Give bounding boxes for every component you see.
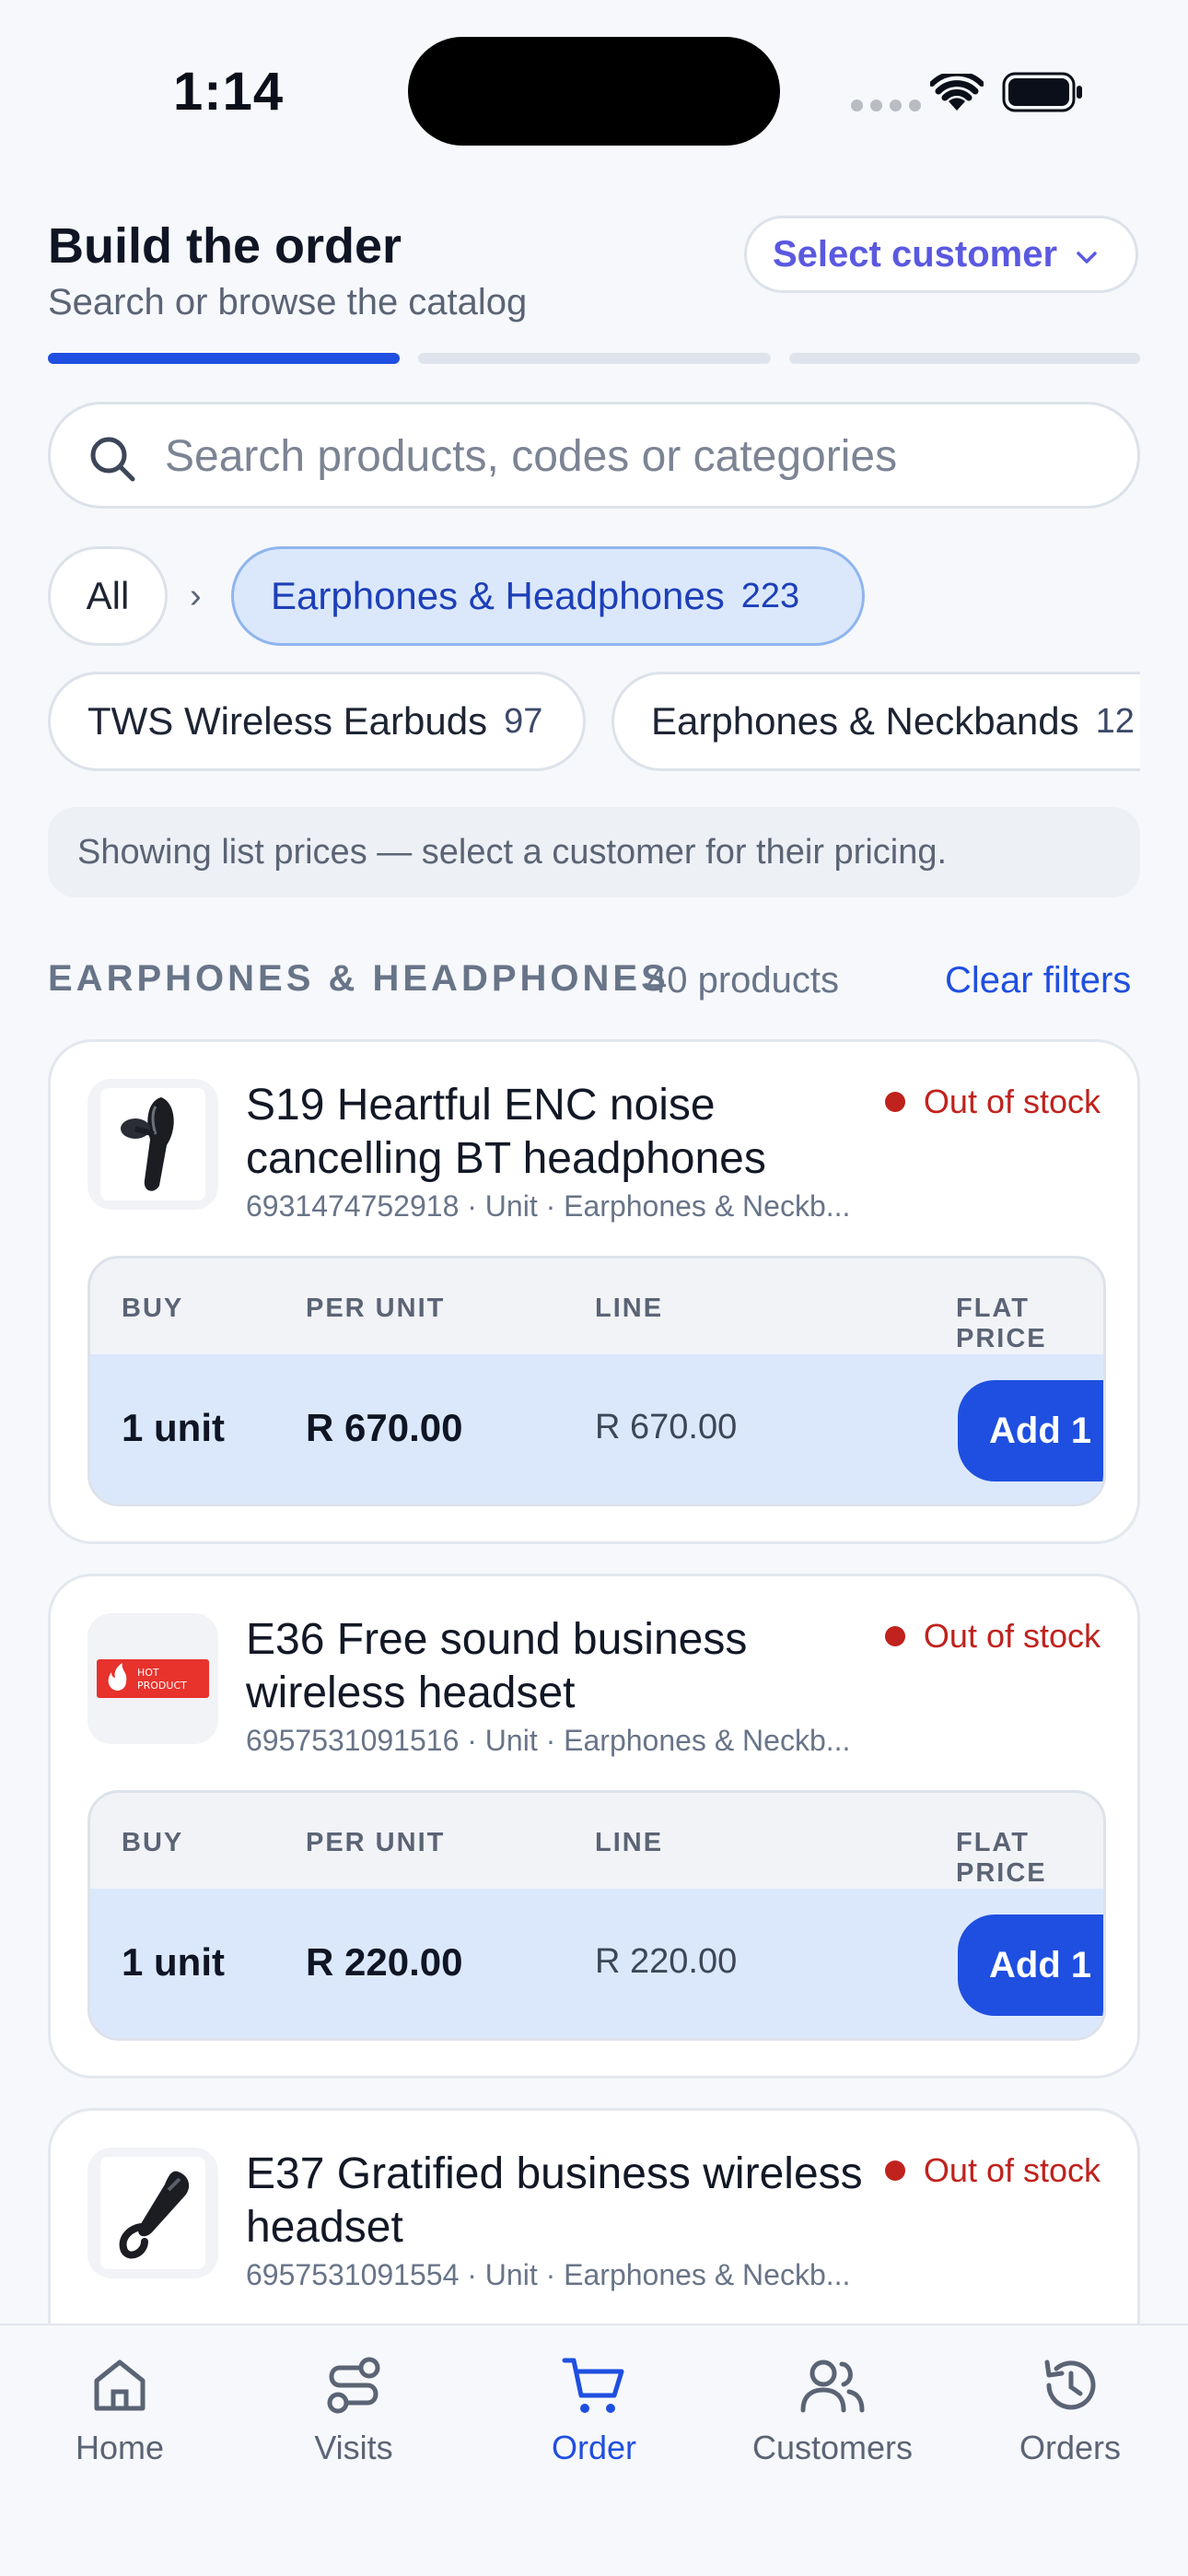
hot-badge-text-2: PRODUCT [137, 1680, 187, 1692]
add-button[interactable]: Add 1 [958, 1380, 1103, 1481]
price-table: BUY PER UNIT LINE FLAT PRICE 1 unit R 67… [87, 1256, 1106, 1506]
stock-label: Out of stock [923, 1083, 1101, 1120]
stock-dot-icon [884, 1626, 905, 1646]
product-thumbnail [87, 2148, 218, 2278]
subcategory-chip-neckbands[interactable]: Earphones & Neckbands 12 [611, 672, 1140, 771]
tab-customers[interactable]: Customers [740, 2325, 925, 2510]
product-count: 40 products [646, 960, 840, 1001]
product-thumbnail [87, 1079, 218, 1210]
stock-status: Out of stock [884, 2151, 1101, 2190]
select-customer-label: Select customer [773, 233, 1058, 275]
qty-value: 1 unit [122, 1406, 225, 1449]
subcategory-chip-count: 12 [1095, 701, 1135, 741]
product-name: E36 Free sound business wireless headset [246, 1615, 748, 1717]
col-line: LINE [595, 1828, 664, 1857]
search-box[interactable] [48, 402, 1140, 509]
chevron-down-icon [1077, 252, 1097, 263]
subcategory-chip-row[interactable]: TWS Wireless Earbuds 97 Earphones & Neck… [0, 645, 1140, 792]
tab-label: Home [75, 2429, 165, 2466]
product-meta: 6957531091554 · Unit · Earphones & Neckb… [246, 2258, 851, 2291]
product-name: E37 Gratified business wireless headset [246, 2149, 863, 2252]
add-button[interactable]: Add 1 [958, 1914, 1103, 2016]
per-unit-price: R 220.00 [306, 1940, 463, 1984]
product-name: S19 Heartful ENC noise cancelling BT hea… [246, 1081, 766, 1183]
breadcrumb-separator: › [190, 577, 202, 615]
product-meta: 6957531091516 · Unit · Earphones & Neckb… [246, 1724, 851, 1757]
tab-label: Order [551, 2429, 637, 2466]
pricing-notice: Showing list prices — select a customer … [48, 807, 1140, 897]
col-flat-price: FLAT PRICE [956, 1294, 1047, 1353]
per-unit-price: R 670.00 [306, 1406, 463, 1449]
line-total: R 220.00 [595, 1942, 738, 1981]
tab-label: Customers [751, 2429, 914, 2466]
category-chip-count: 223 [740, 576, 800, 615]
select-customer-dropdown[interactable]: Select customer [744, 216, 1138, 293]
search-input[interactable] [165, 427, 1104, 486]
section-heading: EARPHONES & HEADPHONES [48, 958, 670, 999]
qty-value: 1 unit [122, 1940, 225, 1984]
subcategory-chip-label: TWS Wireless Earbuds [87, 699, 488, 743]
stock-label: Out of stock [923, 2151, 1101, 2189]
step-3 [789, 353, 1140, 364]
stock-status: Out of stock [884, 1083, 1101, 1121]
clear-filters-link[interactable]: Clear filters [945, 960, 1131, 1001]
breadcrumb-all-chip[interactable]: All [48, 546, 168, 646]
product-thumbnail: HOT PRODUCT [87, 1613, 218, 1744]
bluetooth-earpiece-icon [121, 1097, 174, 1191]
price-table: BUY PER UNIT LINE FLAT PRICE 1 unit R 22… [87, 1790, 1106, 2041]
step-1-active [48, 353, 400, 364]
col-line: LINE [595, 1294, 664, 1323]
subcategory-chip-count: 97 [504, 701, 543, 741]
col-flat-price: FLAT PRICE [956, 1828, 1047, 1888]
wifi-icon [930, 74, 984, 111]
product-card[interactable]: S19 Heartful ENC noise cancelling BT hea… [48, 1039, 1140, 1544]
hot-product-badge-icon: HOT PRODUCT [97, 1659, 209, 1698]
stock-status: Out of stock [884, 1617, 1101, 1656]
progress-stepper [48, 353, 1140, 364]
tab-label: Orders [1019, 2429, 1122, 2466]
price-table-header: BUY PER UNIT LINE FLAT PRICE [90, 1259, 1103, 1354]
line-total: R 670.00 [595, 1408, 738, 1446]
stock-label: Out of stock [923, 1617, 1101, 1655]
hot-badge-text-1: HOT [137, 1667, 159, 1679]
search-icon [90, 437, 135, 482]
price-table-header: BUY PER UNIT LINE FLAT PRICE [90, 1793, 1103, 1889]
status-time: 1:14 [173, 62, 285, 122]
step-2 [418, 353, 771, 364]
signal-icon [851, 100, 921, 111]
users-icon [800, 2359, 865, 2413]
col-per-unit: PER UNIT [306, 1828, 446, 1857]
page-subtitle: Search or browse the catalog [48, 282, 528, 322]
dynamic-island [408, 37, 780, 146]
cart-icon [562, 2358, 624, 2413]
subcategory-chip-label: Earphones & Neckbands [651, 699, 1079, 743]
category-chip-label: Earphones & Headphones [271, 574, 725, 617]
col-per-unit: PER UNIT [306, 1294, 446, 1323]
price-row: 1 unit R 670.00 R 670.00 Add 1 [90, 1354, 1103, 1504]
price-row: 1 unit R 220.00 R 220.00 Add 1 [90, 1889, 1103, 2038]
history-icon [1044, 2359, 1096, 2410]
tab-orders[interactable]: Orders [978, 2325, 1162, 2510]
tab-visits[interactable]: Visits [262, 2325, 446, 2510]
category-chip-active[interactable]: Earphones & Headphones 223 [231, 546, 865, 646]
stock-dot-icon [884, 2160, 905, 2181]
tab-label: Visits [314, 2429, 393, 2466]
home-icon [94, 2359, 146, 2411]
bluetooth-earpiece-icon [119, 2171, 190, 2259]
col-buy: BUY [122, 1294, 184, 1323]
status-bar: 1:14 [0, 0, 1188, 184]
battery-icon [1002, 72, 1082, 112]
tab-home[interactable]: Home [28, 2325, 212, 2510]
product-meta: 6931474752918 · Unit · Earphones & Neckb… [246, 1189, 851, 1223]
stock-dot-icon [884, 1092, 905, 1112]
product-card[interactable]: HOT PRODUCT E36 Free sound business wire… [48, 1574, 1140, 2078]
col-buy: BUY [122, 1828, 184, 1857]
tab-order[interactable]: Order [502, 2325, 686, 2510]
subcategory-chip-tws[interactable]: TWS Wireless Earbuds 97 [48, 672, 586, 771]
page-title: Build the order [48, 218, 402, 274]
route-icon [327, 2357, 380, 2414]
tab-bar: Home Visits Order Customers Orders [0, 2324, 1188, 2576]
